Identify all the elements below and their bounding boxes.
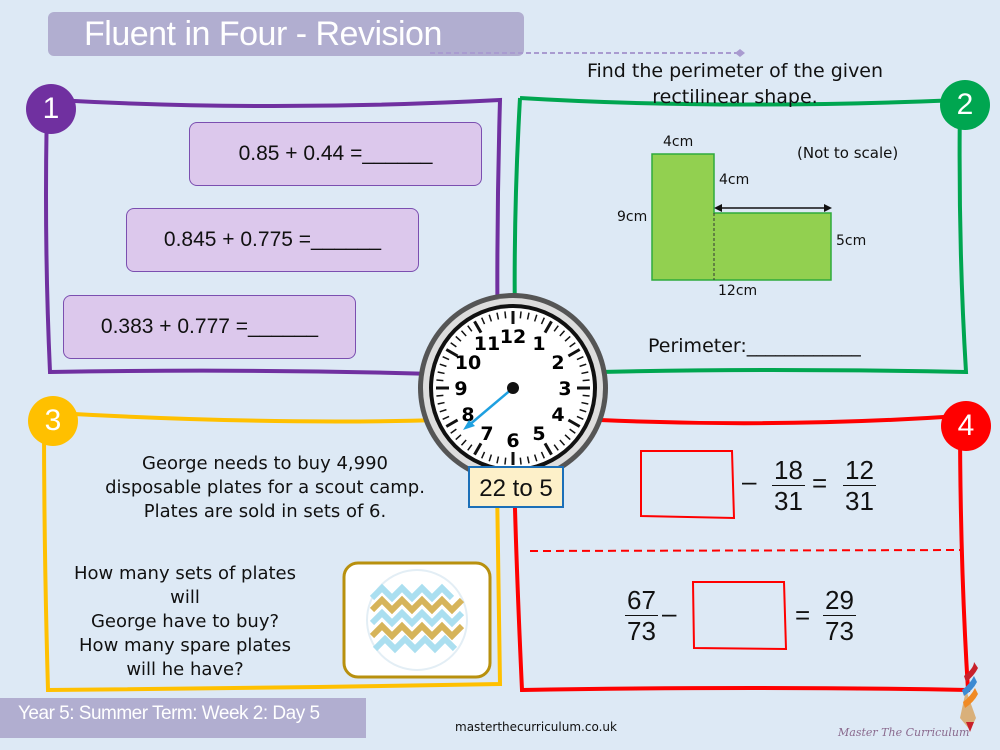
label-inner-4cm: 4cm — [719, 172, 750, 188]
q3-line-2: disposable plates for a scout camp. — [105, 477, 425, 498]
numerator: 67 — [625, 585, 658, 616]
clock-tick — [582, 394, 590, 397]
clock-tick — [582, 379, 590, 382]
q4-eq1-fraction-2: 12 31 — [843, 455, 876, 516]
clock-numeral: 3 — [558, 378, 571, 400]
footer-brand: Master The Curriculum — [838, 726, 970, 739]
clock-numeral: 4 — [551, 404, 564, 426]
clock-tick — [504, 457, 507, 465]
q1-equation-2: 0.845 + 0.775 =______ — [126, 208, 419, 272]
clock-numeral: 6 — [506, 430, 519, 452]
clock-numeral: 11 — [474, 333, 500, 355]
label-right-5cm: 5cm — [836, 233, 867, 249]
clock-tick — [436, 394, 444, 397]
q3-ask-1: How many sets of plates will — [74, 563, 296, 608]
clock-tick — [504, 311, 507, 319]
label-top-4cm: 4cm — [663, 134, 694, 150]
q4-answer-box-1 — [640, 450, 736, 520]
perimeter-answer: Perimeter:____________ — [648, 335, 861, 357]
q4-eq1-minus: – — [742, 466, 757, 496]
footer-website: masterthecurriculum.co.uk — [455, 720, 617, 734]
q2-scale-note: (Not to scale) — [797, 144, 899, 162]
clock-numeral: 10 — [455, 352, 481, 374]
q4-answer-box-2 — [691, 581, 788, 651]
label-left-9cm: 9cm — [617, 209, 648, 225]
q3-problem: George needs to buy 4,990 disposable pla… — [100, 452, 430, 524]
clock-numeral: 9 — [454, 378, 467, 400]
q4-eq1-equals: = — [812, 468, 828, 498]
clock-numeral: 1 — [532, 333, 545, 355]
question-3-badge: 3 — [28, 396, 78, 446]
q4-divider — [529, 549, 964, 552]
denominator: 31 — [774, 486, 803, 516]
q2-prompt-line-1: Find the perimeter of the given — [586, 60, 884, 82]
clock-numeral: 7 — [480, 423, 493, 445]
q4-eq1-fraction-1: 18 31 — [772, 455, 805, 516]
title-line-diamond — [735, 49, 745, 57]
q4-eq2-fraction-1: 67 73 — [625, 585, 658, 646]
question-2-badge: 2 — [940, 80, 990, 130]
q3-ask-2: George have to buy? — [90, 611, 280, 632]
denominator: 31 — [845, 486, 874, 516]
denominator: 73 — [825, 616, 854, 646]
clock-numeral: 12 — [500, 326, 526, 348]
label-bottom-12cm: 12cm — [718, 283, 758, 299]
q1-equation-1: 0.85 + 0.44 =______ — [189, 122, 482, 186]
q2-prompt-line-2: rectilinear shape. — [652, 86, 818, 108]
question-4-badge: 4 — [941, 401, 991, 451]
q4-eq2-fraction-2: 29 73 — [823, 585, 856, 646]
q3-ask-3: How many spare plates — [79, 635, 291, 656]
q2-prompt: Find the perimeter of the given rectilin… — [580, 58, 890, 110]
question-1-badge: 1 — [26, 84, 76, 134]
q3-ask-4: will he have? — [126, 659, 244, 680]
clock-tick — [519, 311, 522, 319]
numerator: 18 — [772, 455, 805, 486]
clock-center — [507, 382, 519, 394]
q4-eq2-equals: = — [795, 600, 811, 630]
q1-equation-3: 0.383 + 0.777 =______ — [63, 295, 356, 359]
clock-time-caption: 22 to 5 — [468, 466, 564, 508]
numerator: 29 — [823, 585, 856, 616]
numerator: 12 — [843, 455, 876, 486]
clock-tick — [436, 379, 444, 382]
pencil-logo-icon — [960, 662, 978, 732]
clock-numeral: 5 — [532, 423, 545, 445]
clock-tick — [519, 457, 522, 465]
footer-lesson-label: Year 5: Summer Term: Week 2: Day 5 — [18, 703, 320, 724]
q4-eq2-minus: – — [662, 598, 677, 628]
denominator: 73 — [627, 616, 656, 646]
clock-numeral: 2 — [551, 352, 564, 374]
q3-line-1: George needs to buy 4,990 — [142, 453, 388, 474]
q3-questions: How many sets of plates will George have… — [60, 562, 310, 682]
clock: 12 1234567891011 — [418, 293, 608, 483]
q3-line-3: Plates are sold in sets of 6. — [143, 501, 387, 522]
